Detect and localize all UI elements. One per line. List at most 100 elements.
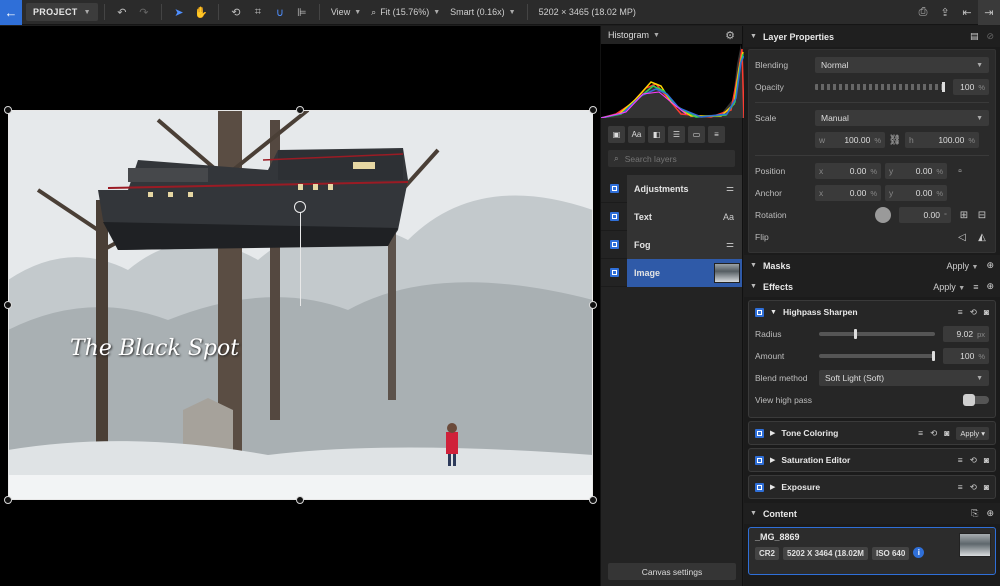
tone-apply-button[interactable]: Apply ▾ [956,426,989,440]
panel-left-icon[interactable]: ⇤ [956,0,978,25]
add-group-icon[interactable]: ▭ [688,126,705,143]
info-icon[interactable]: i [913,547,925,558]
effect-enabled-checkbox[interactable] [755,455,764,465]
layer-visibility-checkbox[interactable] [601,184,627,193]
effect-header[interactable]: ▶ Tone Coloring ≡ ⟲ ◙ Apply ▾ [749,422,995,444]
height-input[interactable]: h 100.00 % [905,132,979,148]
layer-row-adjustments[interactable]: Adjustments ⚌ [601,174,742,203]
radius-slider[interactable] [819,329,935,339]
magnet-icon[interactable]: ∪ [269,0,291,25]
mask-icon[interactable]: ◙ [984,455,989,465]
effect-header[interactable]: ▶ Saturation Editor ≡ ⟲ ◙ [749,449,995,471]
project-menu-button[interactable]: PROJECT ▼ [26,3,98,21]
anchor-x-input[interactable]: x 0.00 % [815,185,881,201]
layer-row-fog[interactable]: Fog ⚌ [601,230,742,259]
rotation-dial[interactable] [875,207,891,223]
align-grid-alt-icon[interactable]: ⊟ [975,208,989,222]
layer-name-cell[interactable]: Text Aa [627,202,742,231]
align-icon[interactable]: ⊫ [291,0,313,25]
hand-icon[interactable]: ✋ [190,0,212,25]
menu-icon[interactable]: ≡ [958,307,963,317]
effects-menu-icon[interactable]: ≡ [973,282,978,292]
align-grid-icon[interactable]: ⊞ [957,208,971,222]
zoom-fit-menu[interactable]: ⌕ Fit (15.76%) ▼ [366,7,445,18]
layer-name-cell[interactable]: Fog ⚌ [627,230,742,259]
save-icon[interactable]: ▤ [970,31,979,42]
redo-icon[interactable]: ↷ [133,0,155,25]
reset-icon[interactable]: ⊘ [986,31,994,42]
effects-apply-button[interactable]: Apply ▼ [933,282,965,292]
position-y-input[interactable]: y 0.00 % [885,163,947,179]
resize-handle-bottom-left[interactable] [4,496,12,504]
menu-icon[interactable]: ≡ [958,455,963,465]
opacity-slider[interactable] [815,82,945,92]
link-icon[interactable]: ⛓ [888,133,902,147]
rotation-handle[interactable] [294,201,306,213]
layer-search-input[interactable] [624,153,725,164]
layer-visibility-checkbox[interactable] [601,240,627,249]
effect-enabled-checkbox[interactable] [755,428,764,438]
transform-icon[interactable]: ⟲ [225,0,247,25]
content-item[interactable]: _MG_8869 CR2 5202 X 3464 (18.02M ISO 640… [748,527,996,575]
position-reset-icon[interactable]: ▫ [953,164,967,178]
masks-header[interactable]: ▼ Masks Apply ▼ ⊕ [744,255,1000,276]
effects-header[interactable]: ▼ Effects Apply ▼ ≡ ⊕ [744,276,1000,297]
opacity-input[interactable]: 100 % [953,79,989,95]
rotation-input[interactable]: 0.00 ° [899,207,951,223]
layer-menu-icon[interactable]: ≡ [708,126,725,143]
select-arrow-icon[interactable]: ➤ [168,0,190,25]
add-image-layer-icon[interactable]: ▣ [608,126,625,143]
resize-handle-top[interactable] [296,106,304,114]
panel-right-icon[interactable]: ⇥ [978,0,1000,25]
chevron-right-icon[interactable]: ▶ [770,483,775,491]
content-header[interactable]: ▼ Content ⎘ ⊕ [744,503,1000,524]
masks-apply-button[interactable]: Apply ▼ [946,261,978,271]
mask-icon[interactable]: ◙ [984,482,989,492]
slider-knob[interactable] [942,82,945,92]
layer-name-cell[interactable]: Image [627,258,742,287]
canvas-area[interactable]: The Black Spot [0,26,600,586]
resize-handle-right[interactable] [589,301,597,309]
resize-handle-bottom-right[interactable] [589,496,597,504]
chevron-down-icon[interactable]: ▼ [770,309,777,316]
effect-enabled-checkbox[interactable] [755,482,764,492]
mask-icon[interactable]: ◙ [944,428,949,438]
layer-properties-header[interactable]: ▼ Layer Properties ▤ ⊘ [744,26,1000,47]
gear-icon[interactable]: ⚙ [725,29,735,42]
reset-icon[interactable]: ⟲ [970,482,977,493]
menu-icon[interactable]: ≡ [918,428,923,438]
view-high-pass-toggle[interactable] [963,394,989,406]
add-effect-icon[interactable]: ⊕ [986,281,994,292]
add-fill-layer-icon[interactable]: ◧ [648,126,665,143]
effect-header[interactable]: ▼ Highpass Sharpen ≡ ⟲ ◙ [749,301,995,323]
print-icon[interactable]: ⎙ [912,0,934,25]
chevron-right-icon[interactable]: ▶ [770,429,775,437]
resize-handle-top-right[interactable] [589,106,597,114]
amount-slider[interactable] [819,351,935,361]
crop-icon[interactable]: ⌗ [247,0,269,25]
chevron-down-icon[interactable]: ▼ [653,32,660,39]
effect-header[interactable]: ▶ Exposure ≡ ⟲ ◙ [749,476,995,498]
undo-icon[interactable]: ↶ [111,0,133,25]
export-icon[interactable]: ⇪ [934,0,956,25]
chevron-right-icon[interactable]: ▶ [770,456,775,464]
position-x-input[interactable]: x 0.00 % [815,163,881,179]
back-arrow-icon[interactable]: ← [0,0,22,25]
radius-input[interactable]: 9.02 px [943,326,989,342]
menu-icon[interactable]: ≡ [958,482,963,492]
canvas-settings-button[interactable]: Canvas settings [608,563,736,580]
layer-search[interactable]: ⌕ [608,150,735,167]
reset-icon[interactable]: ⟲ [970,455,977,466]
blending-dropdown[interactable]: Normal ▼ [815,57,989,73]
reset-icon[interactable]: ⟲ [970,307,977,318]
layer-row-text[interactable]: Text Aa [601,202,742,231]
layer-row-image[interactable]: Image [601,258,742,287]
layer-visibility-checkbox[interactable] [601,268,627,277]
layer-visibility-checkbox[interactable] [601,212,627,221]
add-text-layer-icon[interactable]: Aa [628,126,645,143]
layer-name-cell[interactable]: Adjustments ⚌ [627,174,742,203]
reset-icon[interactable]: ⟲ [930,428,937,439]
amount-input[interactable]: 100 % [943,348,989,364]
slider-knob[interactable] [853,329,857,339]
effect-enabled-checkbox[interactable] [755,307,764,317]
